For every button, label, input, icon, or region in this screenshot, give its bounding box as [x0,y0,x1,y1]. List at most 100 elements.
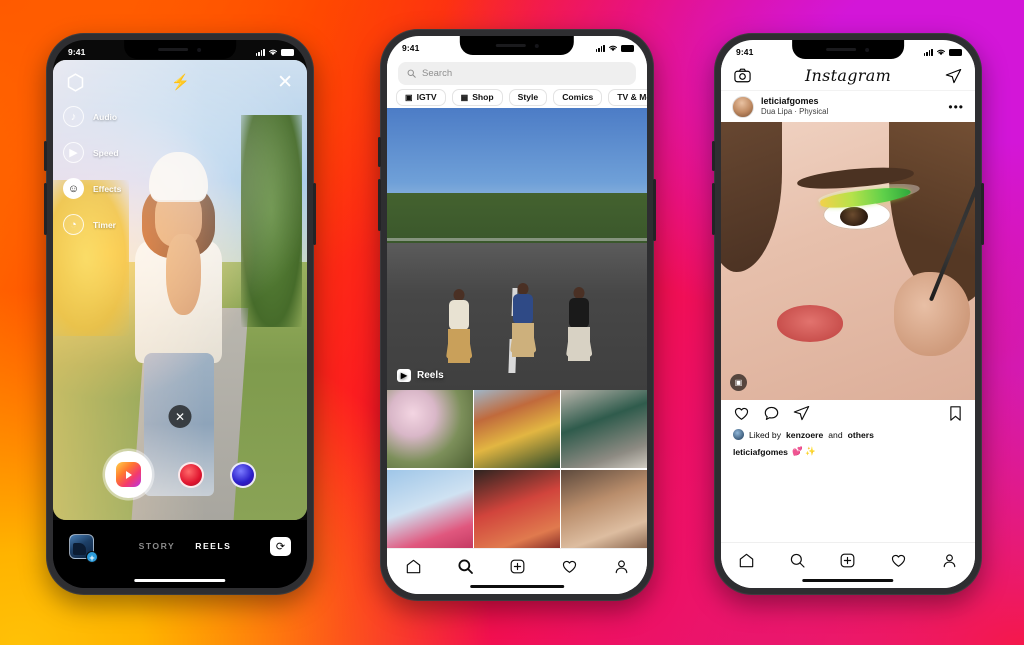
gallery-thumbnail[interactable]: + [69,533,98,563]
grid-tile-pink-flower[interactable] [387,469,473,548]
comment-button[interactable] [763,405,780,422]
status-time: 9:41 [736,46,754,57]
home-indicator [802,578,894,582]
grid-tile-portrait[interactable] [561,469,647,548]
speed-gauge-icon: ▶ [63,142,84,163]
capture-mode-switcher: STORY REELS [139,541,232,551]
chip-tv-movies-label: TV & Movies [617,92,647,102]
power-button[interactable] [313,183,316,245]
delete-clip-button[interactable]: ✕ [168,405,192,428]
status-indicators [255,48,294,56]
likes-others[interactable]: others [848,430,874,440]
chip-igtv[interactable]: ▣ IGTV [396,88,446,106]
chip-tv-movies[interactable]: TV & Movies [608,88,647,106]
power-button[interactable] [653,179,656,241]
chip-shop-label: Shop [472,92,494,102]
tab-profile[interactable] [941,552,958,569]
direct-share-icon[interactable] [945,68,962,84]
status-indicators [923,48,962,56]
tab-home[interactable] [738,552,755,569]
post-actions [721,400,975,426]
camera-shutter-row [53,451,307,498]
flash-off-icon[interactable]: ⚡ [171,75,190,90]
comment-icon [764,406,779,420]
search-input[interactable]: Search [398,62,636,85]
caption-username[interactable]: leticiafgomes [733,447,788,457]
effect-red-bubble[interactable] [177,461,204,488]
more-options-icon[interactable]: ••• [948,101,964,113]
chip-style[interactable]: Style [508,88,548,106]
music-note-icon: ♪ [63,106,84,127]
likes-mid: and [828,429,843,440]
flip-camera-icon[interactable]: ⟳ [269,536,291,556]
grid-tile-red-jacket[interactable] [474,469,560,548]
chip-shop[interactable]: ▦ Shop [451,88,503,106]
tab-home[interactable] [405,558,422,575]
mode-story[interactable]: STORY [139,541,176,551]
igtv-icon: ▣ [405,92,413,102]
explore-category-chips: ▣ IGTV ▦ Shop Style Comics TV & Movies [387,86,647,108]
cellular-bars-icon [923,48,933,56]
tool-timer[interactable]: ◔ Timer [63,214,121,235]
feed-header: Instagram [721,61,975,91]
close-icon[interactable]: ✕ [277,73,293,92]
record-button[interactable] [104,451,152,498]
post-media[interactable]: ▣ [721,122,975,400]
post-music-label[interactable]: Dua Lipa · Physical [761,107,828,117]
grid-tile-skateboard[interactable] [561,390,647,468]
phone2-notch [459,36,575,55]
tab-activity[interactable] [890,552,907,569]
phone3-notch [792,40,904,59]
camera-icon[interactable] [734,68,751,83]
explore-search-bar: Search [387,58,647,86]
phone-feed: 9:41 Instagram leticiafgomes Dua Lipa · … [712,33,984,595]
front-camera-dot [865,47,870,52]
avatar[interactable] [732,95,754,118]
chip-comics[interactable]: Comics [553,88,603,106]
front-camera-dot [534,43,539,48]
tab-activity[interactable] [561,558,578,575]
search-icon [407,69,416,78]
tab-profile[interactable] [613,558,630,575]
liker-avatar [733,429,744,440]
effect-blue-bubble[interactable] [229,461,256,488]
tool-audio[interactable]: ♪ Audio [63,106,121,127]
phone1-notch [124,40,236,59]
tab-create[interactable] [839,552,856,569]
power-button[interactable] [981,183,984,245]
gallery-add-badge: + [86,550,98,563]
close-circle-icon: ✕ [174,409,186,424]
post-username[interactable]: leticiafgomes [761,96,828,107]
reels-icon: ▶ [397,369,411,382]
tab-search[interactable] [789,552,806,569]
reels-record-icon [115,462,141,487]
camera-viewport[interactable]: ⚡ ✕ ♪ Audio ▶ Speed ☺ Effects ◔ Timer ✕ [53,60,307,520]
grid-tile-cherry-blossom[interactable] [387,390,473,468]
explore-grid [387,390,647,548]
grid-tile-friends-hugging[interactable] [474,390,560,468]
post-caption: leticiafgomes 💕 ✨ [721,443,975,460]
instagram-wordmark: Instagram [804,66,892,85]
likes-username[interactable]: kenzoere [786,430,823,440]
shopping-bag-icon: ▦ [460,92,469,102]
share-button[interactable] [793,405,810,421]
hexagon-filter-icon[interactable] [67,72,84,92]
heart-icon [562,560,576,573]
tool-effects[interactable]: ☺ Effects [63,178,121,199]
phone1-screen: 9:41 ⚡ ✕ ♪ Audio ▶ Speed ☺ Effects ◔ Tim… [53,40,307,588]
reels-label-text: Reels [417,370,444,381]
explore-featured-reel[interactable]: ▶ Reels [387,108,647,390]
tool-speed[interactable]: ▶ Speed [63,142,121,163]
tab-create[interactable] [509,558,526,575]
save-button[interactable] [948,405,963,422]
person-icon [615,559,627,573]
plus-square-icon [510,559,524,573]
likes-prefix: Liked by [749,429,782,440]
status-indicators [595,44,634,52]
mode-reels[interactable]: REELS [195,541,231,551]
like-button[interactable] [733,405,750,422]
battery-icon [949,49,962,56]
heart-icon [892,554,906,567]
tab-search[interactable] [457,558,474,575]
reel-dancer [501,282,545,379]
